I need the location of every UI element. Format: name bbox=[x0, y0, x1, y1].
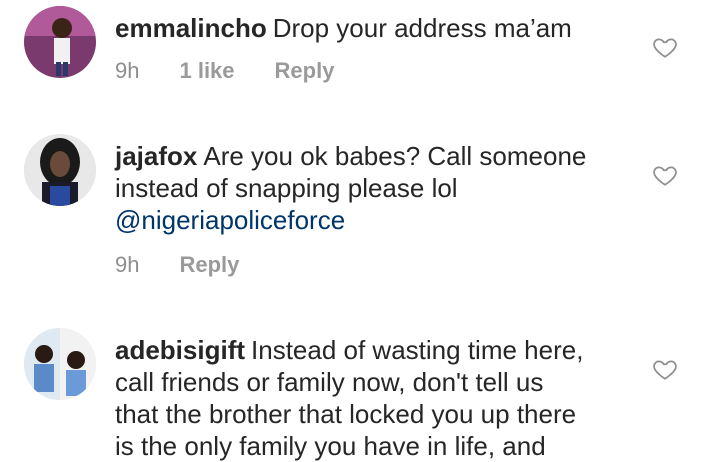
comment-body: Drop your address ma’am bbox=[272, 13, 572, 43]
comment-text: jajafox Are you ok babes? Call someone in… bbox=[115, 140, 635, 236]
heart-outline-icon bbox=[653, 360, 677, 380]
avatar[interactable] bbox=[24, 134, 96, 206]
comment-time: 9h bbox=[115, 252, 140, 277]
user-avatar-icon bbox=[24, 134, 96, 206]
comment-username[interactable]: emmalincho bbox=[115, 13, 267, 43]
comment-meta: 9h Reply bbox=[115, 252, 239, 278]
avatar[interactable] bbox=[24, 6, 96, 78]
like-button[interactable] bbox=[652, 162, 678, 188]
comment-body-line: is the only family you have in life, and bbox=[115, 431, 546, 461]
mention-link[interactable]: @nigeriapoliceforce bbox=[115, 205, 345, 235]
comment-text: emmalincho Drop your address ma’am bbox=[115, 12, 635, 44]
comment-username[interactable]: jajafox bbox=[115, 141, 197, 171]
user-avatar-icon bbox=[24, 6, 96, 78]
comment-text: adebisigift Instead of wasting time here,… bbox=[115, 334, 635, 462]
reply-button[interactable]: Reply bbox=[275, 58, 335, 84]
comment-item: emmalincho Drop your address ma’am 9h 1 l… bbox=[0, 0, 720, 110]
like-button[interactable] bbox=[652, 34, 678, 60]
reply-button[interactable]: Reply bbox=[179, 252, 239, 278]
comment-meta: 9h 1 like Reply bbox=[115, 58, 334, 84]
comment-body-line: Instead of wasting time here, bbox=[251, 335, 584, 365]
avatar[interactable] bbox=[24, 328, 96, 400]
comment-body-line: that the brother that locked you up ther… bbox=[115, 399, 577, 429]
comment-body-line: instead of snapping please lol bbox=[115, 173, 458, 203]
comment-username[interactable]: adebisigift bbox=[115, 335, 245, 365]
comment-item: adebisigift Instead of wasting time here,… bbox=[0, 320, 720, 461]
comment-likes-count[interactable]: 1 like bbox=[179, 58, 234, 84]
heart-outline-icon bbox=[653, 38, 677, 58]
heart-outline-icon bbox=[653, 166, 677, 186]
user-avatar-icon bbox=[24, 328, 96, 400]
comment-body-line: Are you ok babes? Call someone bbox=[203, 141, 587, 171]
comment-time: 9h bbox=[115, 58, 140, 83]
comment-body-line: call friends or family now, don't tell u… bbox=[115, 367, 544, 397]
like-button[interactable] bbox=[652, 356, 678, 382]
comment-item: jajafox Are you ok babes? Call someone in… bbox=[0, 120, 720, 310]
